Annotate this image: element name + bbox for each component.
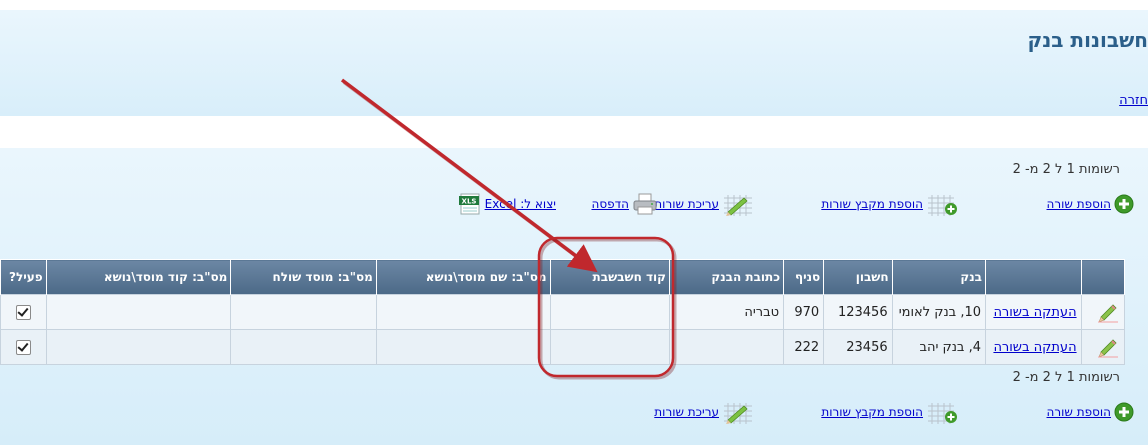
table-row: העתקה בשורה 10, בנק לאומי 123456 970 טבר… — [0, 294, 1126, 330]
header-masav-name[interactable]: מס"ב: שם מוסד\נושא — [375, 259, 551, 295]
edit-row-cell[interactable] — [1080, 329, 1126, 365]
grid-edit-icon — [722, 402, 756, 424]
header-account[interactable]: חשבון — [823, 259, 893, 295]
grid-add-icon — [926, 402, 960, 424]
add-circle-icon — [1114, 402, 1134, 422]
back-link[interactable]: חזרה — [1119, 93, 1148, 108]
add-rows-file-button[interactable]: הוספת מקבץ שורות — [821, 401, 960, 424]
header-active[interactable]: פעיל? — [0, 259, 47, 295]
cell-hashavshevet-code — [549, 294, 671, 330]
add-row-link[interactable]: הוספת שורה — [1047, 405, 1111, 419]
bank-accounts-table: בנק חשבון סניף כתובת הבנק קוד חשבשבת מס"… — [0, 259, 1126, 365]
print-link[interactable]: הדפסה — [591, 197, 629, 211]
header-bank[interactable]: בנק — [891, 259, 987, 295]
cell-active — [0, 294, 47, 330]
print-button[interactable]: הדפסה — [591, 193, 658, 215]
add-rows-file-link[interactable]: הוספת מקבץ שורות — [821, 405, 923, 419]
svg-text:XLS: XLS — [461, 198, 476, 206]
cell-masav-sender — [230, 294, 377, 330]
printer-icon — [632, 193, 658, 215]
header-bank-address[interactable]: כתובת הבנק — [669, 259, 785, 295]
export-excel-button[interactable]: XLS יצוא ל: Excel — [458, 193, 556, 215]
table-row: העתקה בשורה 4, בנק יהב 23456 222 — [0, 329, 1126, 365]
active-checkbox[interactable] — [15, 304, 31, 320]
pencil-icon[interactable] — [1096, 300, 1120, 324]
cell-bank-address: טבריה — [669, 294, 785, 330]
edit-rows-button[interactable]: עריכת שורות — [654, 401, 756, 424]
grid-add-icon — [926, 194, 960, 216]
edit-rows-link[interactable]: עריכת שורות — [654, 405, 719, 419]
records-count-top: רשומות 1 ל 2 מ- 2 — [1012, 162, 1120, 177]
add-circle-icon — [1114, 194, 1134, 214]
cell-bank: 10, בנק לאומי — [891, 294, 987, 330]
cell-hashavshevet-code — [549, 329, 671, 365]
cell-account: 123456 — [823, 294, 893, 330]
header-branch[interactable]: סניף — [783, 259, 825, 295]
edit-rows-button[interactable]: עריכת שורות — [654, 193, 756, 216]
cell-branch: 970 — [783, 294, 825, 330]
header-actions — [1080, 259, 1126, 295]
cell-account: 23456 — [823, 329, 893, 365]
cell-masav-code — [45, 329, 232, 365]
copy-row-cell: העתקה בשורה — [985, 294, 1082, 330]
records-count-bottom: רשומות 1 ל 2 מ- 2 — [1012, 370, 1120, 385]
cell-masav-sender — [230, 329, 377, 365]
active-checkbox[interactable] — [15, 339, 31, 355]
cell-bank-address — [669, 329, 785, 365]
add-row-button[interactable]: הוספת שורה — [1047, 193, 1134, 215]
add-rows-file-button[interactable]: הוספת מקבץ שורות — [821, 193, 960, 216]
export-excel-link[interactable]: יצוא ל: Excel — [485, 197, 556, 211]
header-copy — [985, 259, 1082, 295]
edit-rows-link[interactable]: עריכת שורות — [654, 197, 719, 211]
cell-branch: 222 — [783, 329, 825, 365]
title-panel — [0, 10, 1148, 116]
cell-active — [0, 329, 47, 365]
copy-row-cell: העתקה בשורה — [985, 329, 1082, 365]
cell-masav-name — [375, 294, 551, 330]
page-title: חשבונות בנק — [1027, 28, 1148, 52]
toolbar-bottom: הוספת שורה הוספת מקבץ שורות עריכת שורות — [0, 401, 1148, 424]
add-rows-file-link[interactable]: הוספת מקבץ שורות — [821, 197, 923, 211]
copy-row-link[interactable]: העתקה בשורה — [993, 340, 1076, 355]
header-masav-sender[interactable]: מס"ב: מוסד שולח — [230, 259, 377, 295]
copy-row-link[interactable]: העתקה בשורה — [993, 305, 1076, 320]
add-row-link[interactable]: הוספת שורה — [1047, 197, 1111, 211]
toolbar-top: הוספת שורה הוספת מקבץ שורות עריכת שורות … — [0, 193, 1148, 216]
header-hashavshevet-code[interactable]: קוד חשבשבת — [549, 259, 671, 295]
cell-masav-name — [375, 329, 551, 365]
cell-masav-code — [45, 294, 232, 330]
table-header-row: בנק חשבון סניף כתובת הבנק קוד חשבשבת מס"… — [0, 259, 1126, 295]
cell-bank: 4, בנק יהב — [891, 329, 987, 365]
grid-edit-icon — [722, 194, 756, 216]
edit-row-cell[interactable] — [1080, 294, 1126, 330]
xls-file-icon: XLS — [458, 193, 482, 215]
add-row-button[interactable]: הוספת שורה — [1047, 401, 1134, 423]
pencil-icon[interactable] — [1096, 335, 1120, 359]
header-masav-code[interactable]: מס"ב: קוד מוסד\נושא — [45, 259, 232, 295]
